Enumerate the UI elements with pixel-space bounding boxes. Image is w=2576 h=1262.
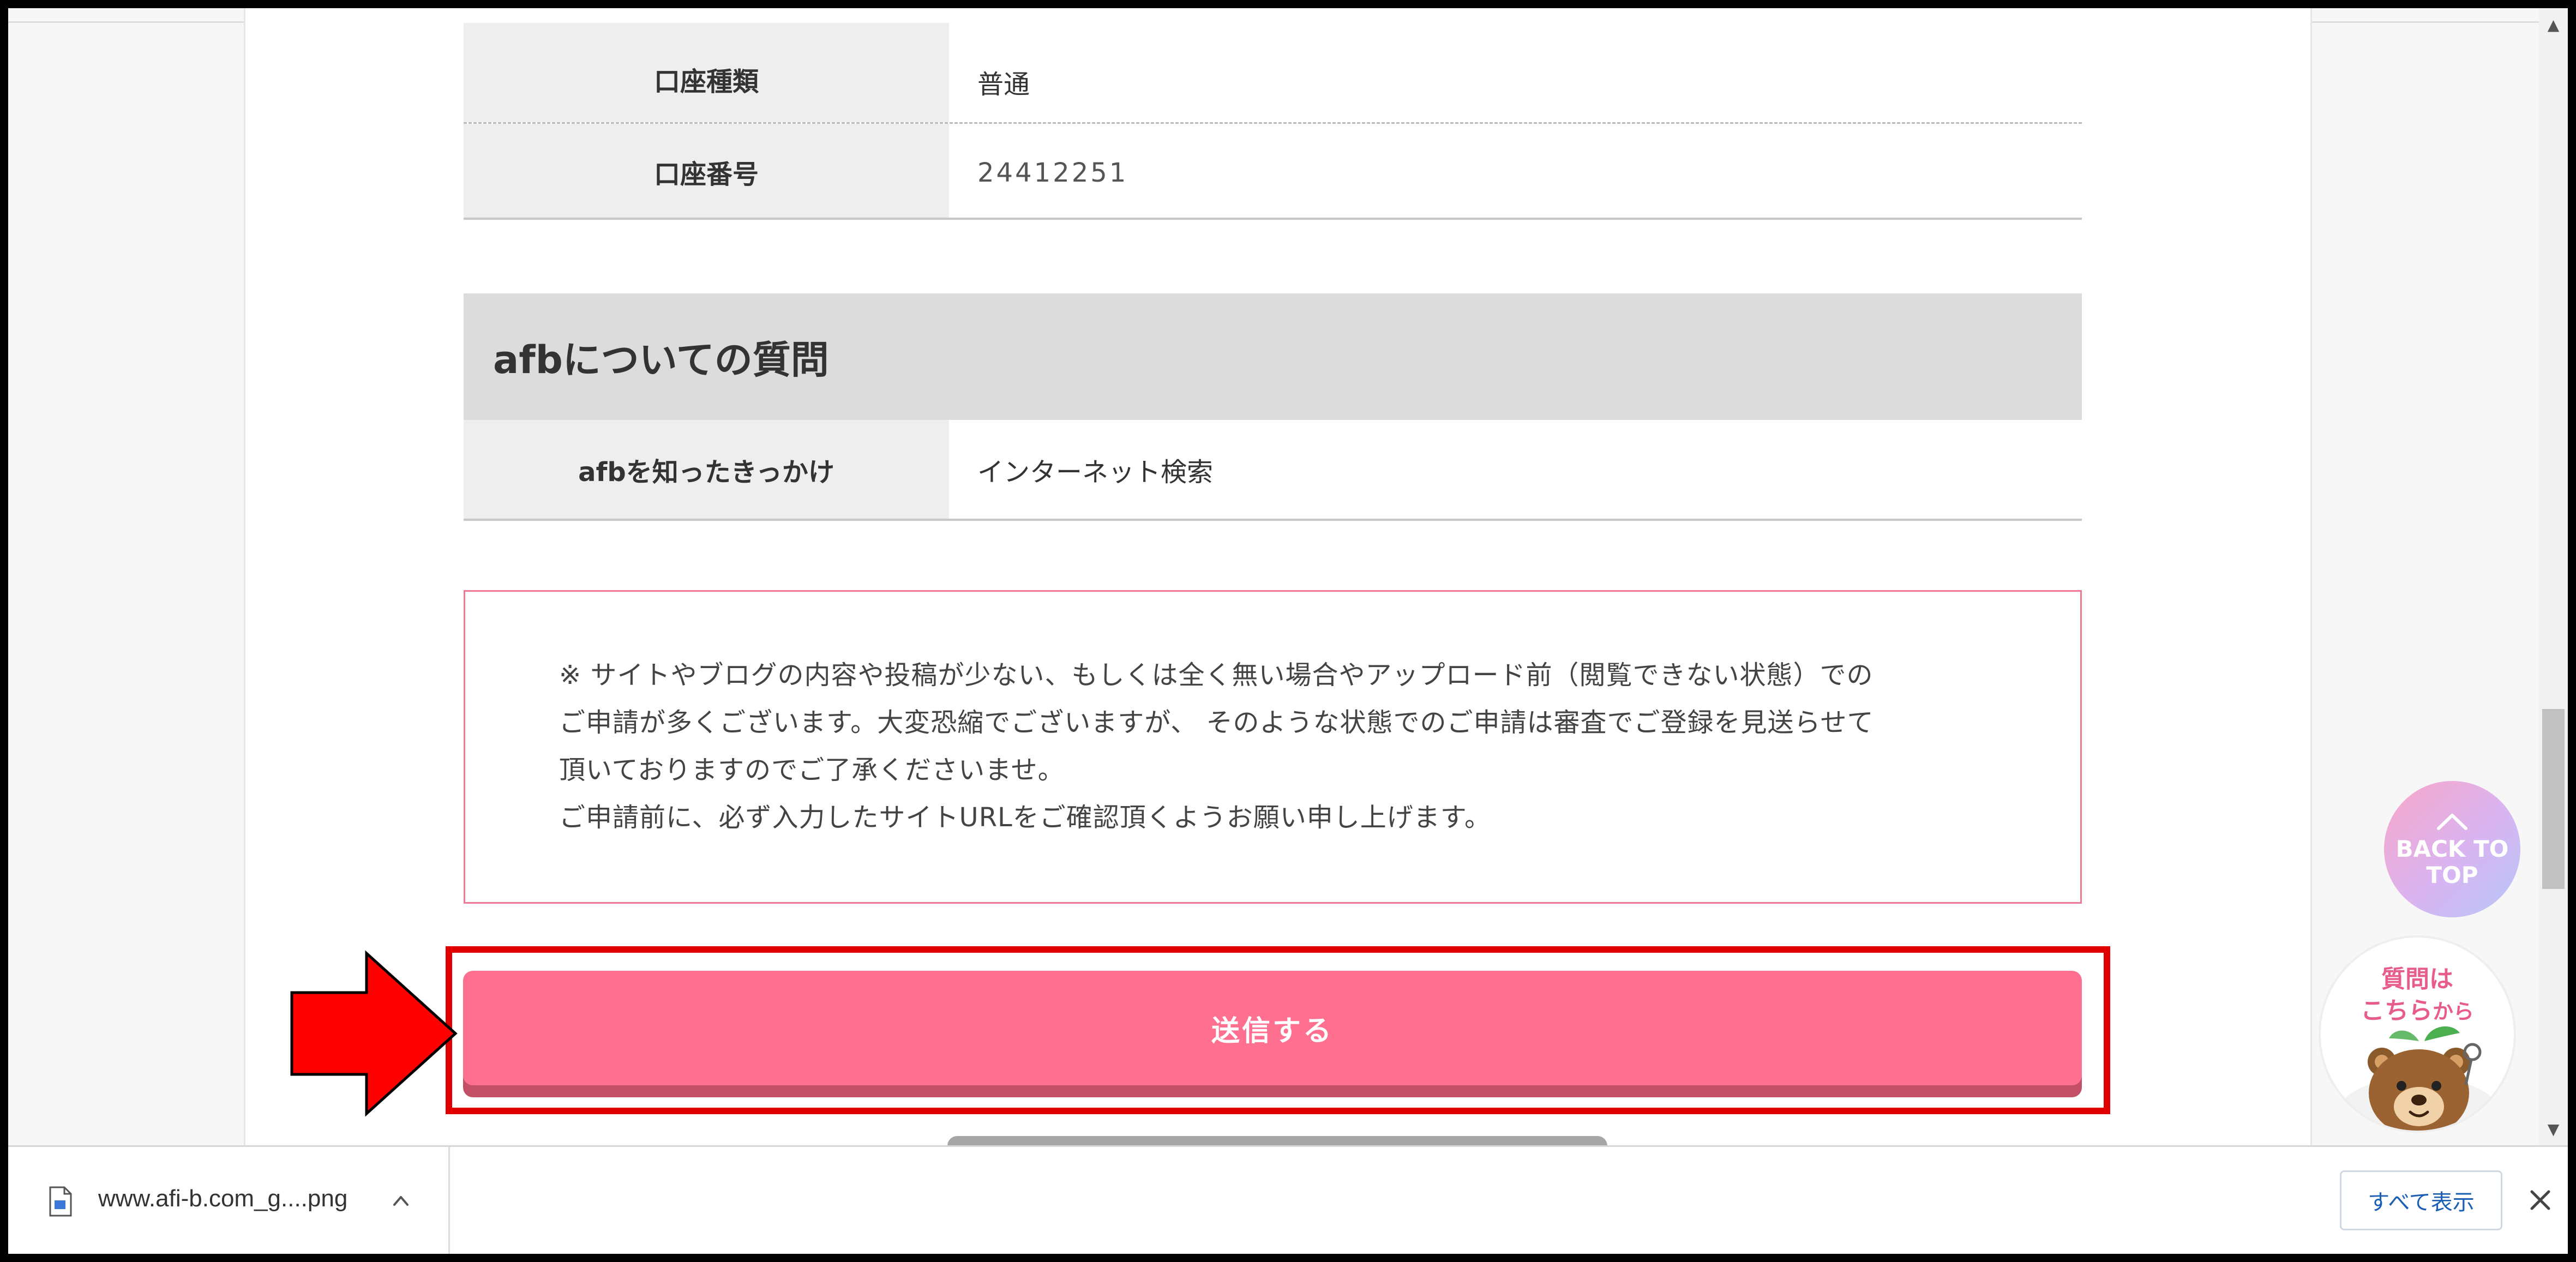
download-bar: www.afi-b.com_g....png すべて表示 xyxy=(8,1145,2568,1254)
download-file-name: www.afi-b.com_g....png xyxy=(98,1185,348,1212)
section-title: afbについての質問 xyxy=(464,293,2082,420)
notice-line: ご申請が多くございます。大変恐縮でございますが、 そのような状態でのご申請は審査… xyxy=(559,707,1874,738)
account-type-label: 口座種類 xyxy=(464,23,949,122)
back-to-top-label-line1: BACK TO xyxy=(2395,836,2509,862)
notice-line: ※ サイトやブログの内容や投稿が少ない、もしくは全く無い場合やアップロード前（閲… xyxy=(559,660,1874,690)
red-arrow-annotation xyxy=(290,950,458,1117)
question-badge[interactable]: 質問は こちらから xyxy=(2319,935,2516,1133)
afb-source-value: インターネット検索 xyxy=(949,420,2082,519)
account-number-label: 口座番号 xyxy=(464,124,949,218)
notice-line: 頂いておりますのでご了承くださいませ。 xyxy=(559,755,1065,785)
scroll-down-icon[interactable]: ▼ xyxy=(2539,1113,2568,1145)
chevron-up-icon[interactable] xyxy=(390,1189,412,1211)
form-row-afb-source: afbを知ったきっかけ インターネット検索 xyxy=(464,420,2082,521)
download-item[interactable]: www.afi-b.com_g....png xyxy=(8,1147,450,1254)
bear-mascot-icon xyxy=(2343,1026,2495,1131)
page-viewport: 口座種類 普通 口座番号 24412251 afbについての質問 afbを知った… xyxy=(8,8,2547,1145)
submit-button[interactable]: 送信する xyxy=(463,971,2082,1085)
notice-line: ご申請前に、必ず入力したサイトURLをご確認頂くようお願い申し上げます。 xyxy=(559,802,1491,833)
secondary-button-edge[interactable] xyxy=(947,1136,1607,1145)
account-number-value: 24412251 xyxy=(949,124,2082,218)
question-badge-text: 質問は こちらから xyxy=(2321,964,2514,1027)
account-type-value: 普通 xyxy=(949,23,2082,122)
question-badge-line1: 質問は xyxy=(2381,965,2453,993)
back-to-top-label-line2: TOP xyxy=(2426,862,2478,888)
scrollbar-thumb[interactable] xyxy=(2542,709,2565,889)
vertical-scrollbar[interactable]: ▲ ▼ xyxy=(2539,8,2568,1145)
form-row-account-number: 口座番号 24412251 xyxy=(464,124,2082,220)
close-icon[interactable] xyxy=(2525,1185,2555,1215)
chevron-up-icon xyxy=(2437,814,2467,830)
afb-source-label: afbを知ったきっかけ xyxy=(464,420,949,519)
image-file-icon xyxy=(49,1186,72,1217)
form-row-account-type: 口座種類 普通 xyxy=(464,23,2082,124)
notice-box: ※ サイトやブログの内容や投稿が少ない、もしくは全く無い場合やアップロード前（閲… xyxy=(464,590,2082,904)
show-all-downloads-button[interactable]: すべて表示 xyxy=(2340,1170,2502,1230)
back-to-top-button[interactable]: BACK TO TOP xyxy=(2384,781,2520,917)
scroll-up-icon[interactable]: ▲ xyxy=(2539,8,2568,41)
